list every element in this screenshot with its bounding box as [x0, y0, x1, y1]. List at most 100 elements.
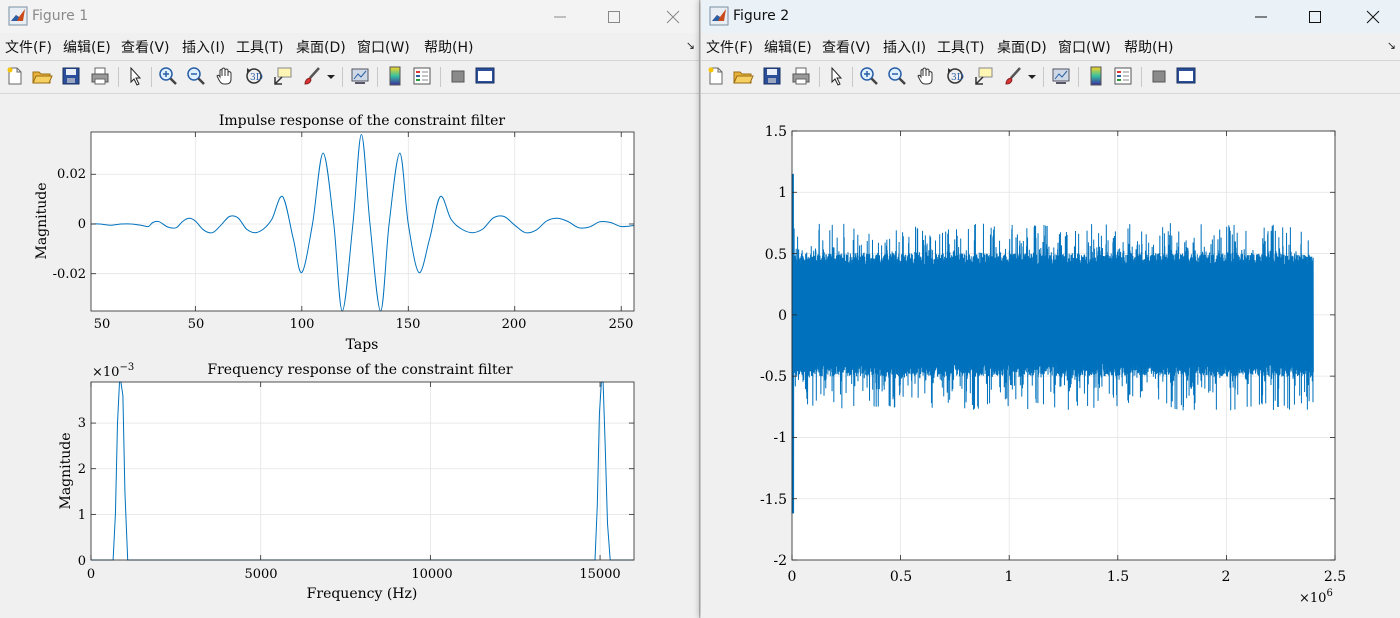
x-tick-label: 10000 — [411, 567, 452, 582]
figure-2-window: Figure 2 文件(F) 编辑(E) 查看(V) 插入(I) 工具(T) 桌… — [701, 0, 1400, 618]
zoom-out-icon[interactable] — [185, 65, 207, 87]
print-icon[interactable] — [790, 65, 812, 87]
window-title: Figure 2 — [733, 8, 790, 24]
new-figure-icon[interactable] — [705, 65, 727, 87]
close-button[interactable] — [1346, 0, 1400, 33]
colorbar-icon[interactable] — [384, 65, 406, 87]
pan-hand-icon[interactable] — [214, 65, 236, 87]
data-cursor-icon[interactable] — [973, 65, 995, 87]
brush-dropdown-icon[interactable] — [325, 65, 337, 87]
x-exponent-label: ×106 — [1299, 588, 1333, 606]
menu-tools[interactable]: 工具(T) — [937, 37, 984, 57]
y-tick-label: 0 — [778, 308, 787, 324]
minimize-button[interactable] — [1234, 0, 1288, 33]
open-file-icon[interactable] — [732, 65, 754, 87]
menu-insert[interactable]: 插入(I) — [182, 37, 225, 57]
menu-edit[interactable]: 编辑(E) — [63, 37, 111, 57]
hide-plot-tools-icon[interactable] — [447, 65, 469, 87]
minimize-icon — [1255, 16, 1267, 18]
menu-desktop[interactable]: 桌面(D) — [997, 37, 1047, 57]
x-tick-label: 50 — [188, 317, 205, 332]
y-tick-label: 0.5 — [765, 247, 787, 263]
menu-insert[interactable]: 插入(I) — [883, 37, 926, 57]
link-plot-icon[interactable] — [1050, 65, 1072, 87]
data-cursor-icon[interactable] — [272, 65, 294, 87]
brush-dropdown-icon[interactable] — [1026, 65, 1038, 87]
x-tick-label: 250 — [609, 317, 634, 332]
x-tick-label: 0 — [788, 569, 797, 585]
show-plot-tools-icon[interactable] — [1175, 65, 1197, 87]
menu-overflow-icon[interactable]: ↘ — [1387, 39, 1396, 52]
y-axis-label: Magnitude — [58, 432, 74, 509]
toolbar-separator — [1078, 67, 1079, 87]
toolbar-separator — [151, 67, 152, 87]
zoom-out-icon[interactable] — [886, 65, 908, 87]
maximize-icon — [1309, 11, 1321, 23]
figure-2-canvas: 0 0.5 1 1.5 2 2.5 1.5 1 0.5 0 -0.5 -1 -1… — [760, 124, 1346, 606]
close-button[interactable] — [646, 0, 700, 33]
y-axis-label: Magnitude — [34, 182, 50, 259]
y-tick-label: -1 — [773, 430, 787, 446]
minimize-icon — [554, 16, 566, 18]
menu-file[interactable]: 文件(F) — [5, 37, 52, 57]
menu-window[interactable]: 窗口(W) — [357, 37, 410, 57]
menu-help[interactable]: 帮助(H) — [424, 37, 473, 57]
x-axis-label: Taps — [346, 337, 379, 353]
impulse-response-axes[interactable]: 50 50 50 100 150 200 250 0.02 0 -0.02 Im… — [34, 113, 635, 353]
toolbar-separator — [118, 67, 119, 87]
minimize-button[interactable] — [533, 0, 587, 33]
save-icon[interactable] — [761, 65, 783, 87]
y-tick-label: 1.5 — [765, 124, 787, 140]
y-tick-label: 2 — [78, 462, 86, 477]
colorbar-icon[interactable] — [1085, 65, 1107, 87]
x-tick-label: 200 — [502, 317, 527, 332]
link-plot-icon[interactable] — [349, 65, 371, 87]
menu-view[interactable]: 查看(V) — [121, 37, 170, 57]
select-arrow-icon[interactable] — [124, 65, 146, 87]
menu-help[interactable]: 帮助(H) — [1124, 37, 1173, 57]
menu-tools[interactable]: 工具(T) — [236, 37, 283, 57]
menu-overflow-icon[interactable]: ↘ — [686, 39, 695, 52]
close-icon — [1366, 10, 1380, 24]
pan-hand-icon[interactable] — [915, 65, 937, 87]
legend-icon[interactable] — [411, 65, 433, 87]
rotate-3d-icon[interactable]: 3D — [243, 65, 265, 87]
zoom-in-icon[interactable] — [157, 65, 179, 87]
x-tick-label: 15000 — [579, 567, 620, 582]
maximize-button[interactable] — [1288, 0, 1342, 33]
x-tick-label: 100 — [290, 317, 315, 332]
menu-window[interactable]: 窗口(W) — [1058, 37, 1111, 57]
legend-icon[interactable] — [1112, 65, 1134, 87]
print-icon[interactable] — [89, 65, 111, 87]
window-title: Figure 1 — [32, 8, 89, 24]
menu-desktop[interactable]: 桌面(D) — [296, 37, 346, 57]
new-figure-icon[interactable] — [4, 65, 26, 87]
menu-file[interactable]: 文件(F) — [706, 37, 753, 57]
hide-plot-tools-icon[interactable] — [1148, 65, 1170, 87]
zoom-in-icon[interactable] — [858, 65, 880, 87]
x-tick-label: 0.5 — [890, 569, 912, 585]
save-icon[interactable] — [60, 65, 82, 87]
maximize-button[interactable] — [587, 0, 641, 33]
rotate-3d-icon[interactable]: 3D — [944, 65, 966, 87]
y-exponent-label: ×10−3 — [92, 362, 134, 380]
show-plot-tools-icon[interactable] — [474, 65, 496, 87]
y-tick-label: 0.02 — [57, 167, 86, 182]
y-tick-label: -2 — [773, 553, 787, 569]
toolbar-separator — [819, 67, 820, 87]
x-tick-label: 150 — [396, 317, 421, 332]
svg-text:3D: 3D — [951, 73, 964, 83]
menu-view[interactable]: 查看(V) — [822, 37, 871, 57]
open-file-icon[interactable] — [31, 65, 53, 87]
y-tick-label: -0.5 — [760, 369, 787, 385]
frequency-response-axes[interactable]: 0 5000 10000 15000 3 2 1 0 ×10−3 Frequen… — [58, 362, 635, 602]
select-arrow-icon[interactable] — [825, 65, 847, 87]
x-tick-label: 0 — [87, 567, 95, 582]
menu-edit[interactable]: 编辑(E) — [764, 37, 812, 57]
x-tick-label: 50 — [94, 317, 111, 332]
brush-icon[interactable] — [301, 65, 323, 87]
x-tick-label: 5000 — [244, 567, 277, 582]
brush-icon[interactable] — [1002, 65, 1024, 87]
x-tick-label: 2 — [1222, 569, 1231, 585]
signal-axes[interactable]: 0 0.5 1 1.5 2 2.5 1.5 1 0.5 0 -0.5 -1 -1… — [760, 124, 1346, 606]
